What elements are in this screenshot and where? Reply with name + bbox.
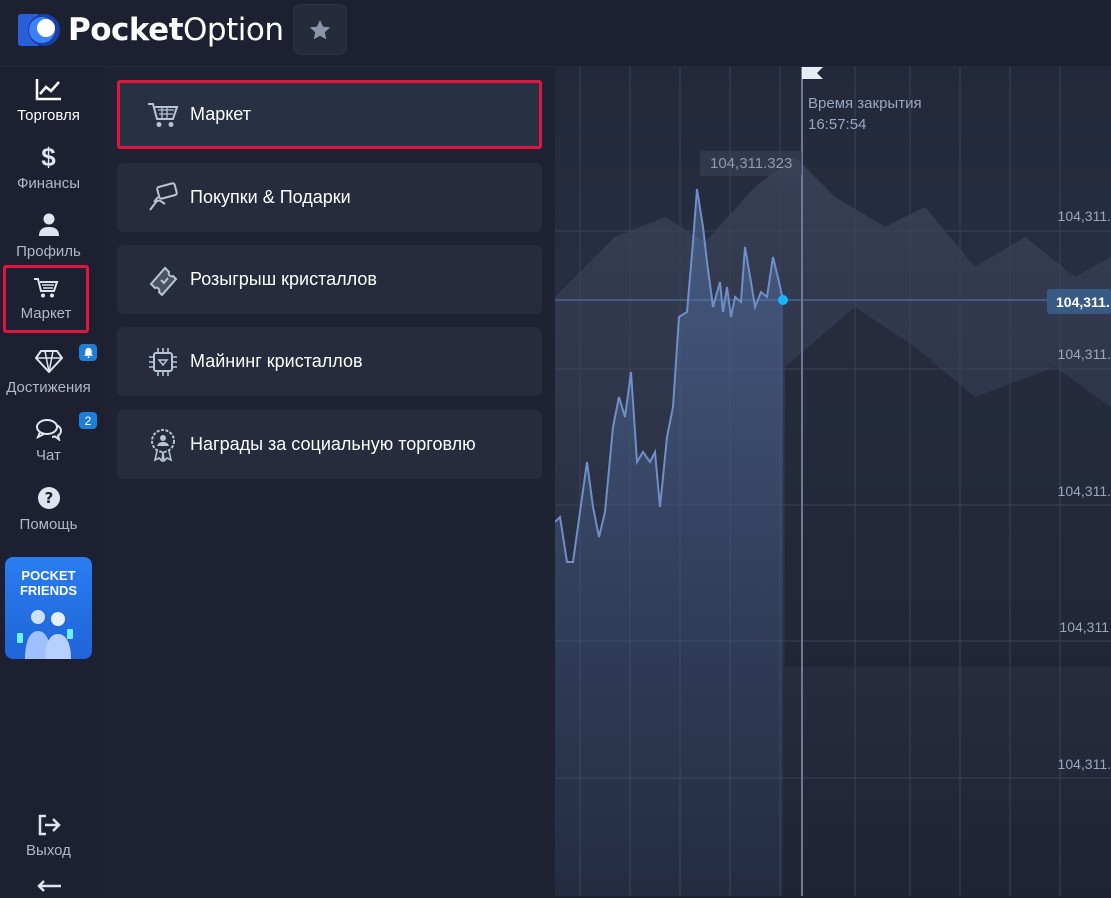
chip-icon (149, 347, 177, 376)
current-price-dot (778, 295, 788, 305)
menu-item-purchases-gifts[interactable]: Покупки & Подарки (117, 163, 542, 232)
menu-item-market[interactable]: Маркет (117, 80, 542, 149)
menu-item-label: Розыгрыш кристаллов (190, 269, 377, 289)
logo-mark-icon (16, 10, 64, 50)
user-icon (38, 213, 59, 236)
menu-item-label: Майнинг кристаллов (190, 351, 363, 371)
sidebar-item-label: Финансы (17, 174, 80, 192)
sidebar-item-label: Профиль (16, 242, 81, 260)
logo-text-bold: Pocket (68, 12, 184, 48)
price-axis-label: 104,311. (1057, 483, 1111, 499)
pocket-friends-promo[interactable]: POCKET FRIENDS (5, 557, 92, 659)
sidebar-item-market[interactable]: Маркет (3, 265, 89, 333)
sidebar-item-label: Торговля (17, 106, 80, 124)
price-axis-label: 104,311. (1057, 208, 1111, 224)
card-hand-icon (149, 181, 178, 211)
favorites-button[interactable] (293, 4, 347, 55)
menu-item-crystal-draw[interactable]: Розыгрыш кристаллов (117, 245, 542, 314)
sidebar-item-profile[interactable]: Профиль (0, 203, 97, 269)
svg-text:?: ? (44, 489, 53, 507)
price-axis-label: 104,311 (1059, 619, 1109, 635)
menu-item-label: Маркет (190, 104, 251, 124)
left-sidebar: Торговля $ Финансы Профиль Маркет Достиж… (0, 67, 105, 896)
peak-price-label: 104,311.323 (700, 151, 803, 176)
bell-icon (83, 347, 93, 358)
sidebar-item-logout[interactable]: Выход (0, 803, 97, 869)
price-axis-label: 104,311. (1057, 756, 1111, 772)
diamond-icon (34, 349, 63, 373)
sidebar-item-help[interactable]: ? Помощь (0, 476, 97, 542)
chart-canvas (555, 67, 1111, 896)
menu-item-label: Награды за социальную торговлю (190, 434, 476, 454)
sidebar-item-trading[interactable]: Торговля (0, 67, 97, 133)
help-icon: ? (37, 486, 60, 509)
close-time-value: 16:57:54 (808, 116, 867, 133)
market-menu-panel: Маркет Покупки & Подарки Розыгрыш криста… (105, 67, 555, 896)
price-axis-label: 104,311. (1057, 346, 1111, 362)
current-price-badge: 104,311. (1047, 289, 1111, 314)
menu-item-social-trading-rewards[interactable]: Награды за социальную торговлю (117, 410, 542, 479)
friends-illustration-icon (17, 610, 73, 659)
close-time-label: Время закрытия 16:57:54 (808, 95, 922, 133)
star-icon (309, 19, 331, 39)
ticket-icon (149, 266, 178, 296)
chat-unread-badge: 2 (79, 412, 97, 429)
chat-icon (35, 418, 62, 441)
chart-line-icon (35, 78, 61, 100)
arrow-left-icon (37, 880, 61, 892)
collapse-sidebar-button[interactable] (36, 879, 62, 898)
sidebar-item-label: Маркет (20, 304, 72, 322)
sidebar-item-label: Достижения (6, 378, 91, 396)
close-flag-icon (802, 67, 823, 79)
top-bar: PocketOption (0, 0, 1111, 67)
menu-item-label: Покупки & Подарки (190, 187, 351, 207)
sidebar-item-finance[interactable]: $ Финансы (0, 135, 97, 201)
sidebar-item-label: Выход (26, 841, 71, 859)
award-icon (151, 428, 175, 462)
sidebar-item-label: Чат (36, 446, 61, 464)
cart-icon (148, 102, 179, 127)
dollar-icon: $ (41, 141, 56, 172)
price-chart[interactable] (555, 67, 1111, 896)
menu-item-crystal-mining[interactable]: Майнинг кристаллов (117, 327, 542, 396)
logout-icon (38, 814, 61, 835)
promo-title: POCKET FRIENDS (19, 568, 78, 598)
sidebar-item-label: Помощь (19, 515, 78, 533)
pocket-option-logo[interactable]: PocketOption (16, 8, 284, 52)
logo-text-regular: Option (183, 12, 284, 48)
achievements-notification-badge (79, 344, 97, 361)
cart-icon (34, 277, 59, 297)
